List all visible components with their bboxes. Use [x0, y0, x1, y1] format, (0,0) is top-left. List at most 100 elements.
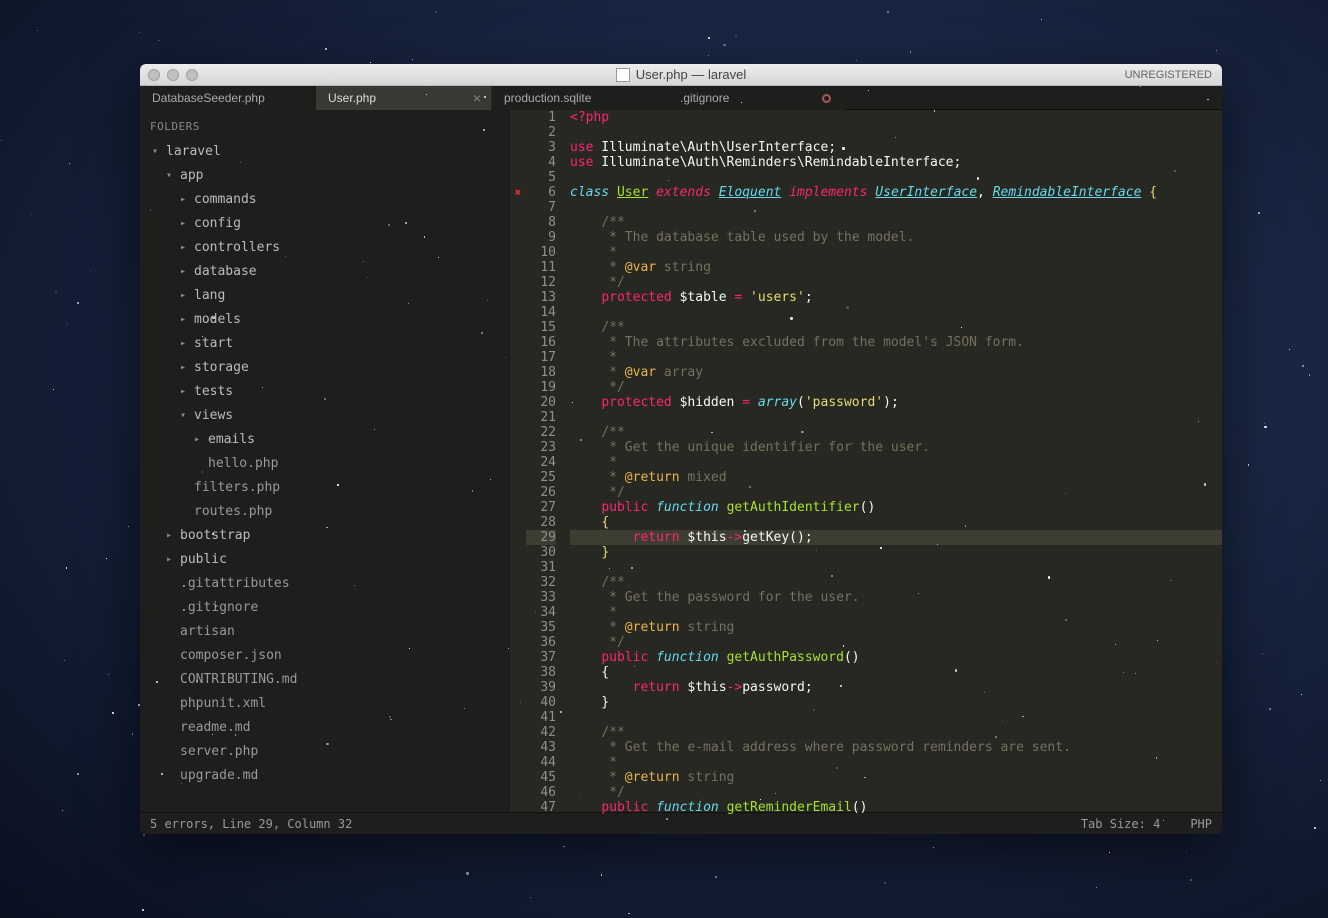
- code-line[interactable]: [570, 125, 1222, 140]
- code-line[interactable]: /**: [570, 575, 1222, 590]
- code-line[interactable]: }: [570, 545, 1222, 560]
- code-line[interactable]: public function getAuthIdentifier(): [570, 500, 1222, 515]
- token: implements: [789, 185, 867, 200]
- status-tabsize[interactable]: Tab Size: 4: [1081, 817, 1160, 831]
- code-line[interactable]: /**: [570, 725, 1222, 740]
- folder-bootstrap[interactable]: ▸bootstrap: [140, 523, 510, 547]
- file-upgrade-md[interactable]: upgrade.md: [140, 763, 510, 787]
- tab--gitignore[interactable]: .gitignore: [668, 86, 844, 110]
- code-line[interactable]: */: [570, 275, 1222, 290]
- token: 'users': [750, 290, 805, 305]
- code-line[interactable]: class User extends Eloquent implements U…: [570, 185, 1222, 200]
- file-icon: [616, 68, 630, 82]
- token: function: [656, 800, 719, 815]
- file-readme-md[interactable]: readme.md: [140, 715, 510, 739]
- code-line[interactable]: */: [570, 785, 1222, 800]
- code-line[interactable]: *: [570, 605, 1222, 620]
- code-line[interactable]: * @return string: [570, 770, 1222, 785]
- folder-start[interactable]: ▸start: [140, 331, 510, 355]
- folder-database[interactable]: ▸database: [140, 259, 510, 283]
- code-line[interactable]: <?php: [570, 110, 1222, 125]
- file-hello-php[interactable]: hello.php: [140, 451, 510, 475]
- code-line[interactable]: * @return mixed: [570, 470, 1222, 485]
- code-line[interactable]: *: [570, 755, 1222, 770]
- tree-item-label: hello.php: [208, 456, 278, 471]
- folder-storage[interactable]: ▸storage: [140, 355, 510, 379]
- code-line[interactable]: /**: [570, 425, 1222, 440]
- token: [570, 245, 601, 260]
- code-line[interactable]: */: [570, 485, 1222, 500]
- code-line[interactable]: * Get the unique identifier for the user…: [570, 440, 1222, 455]
- gutter-marker: [510, 440, 526, 455]
- file-filters-php[interactable]: filters.php: [140, 475, 510, 499]
- folder-laravel[interactable]: ▾laravel: [140, 139, 510, 163]
- code-line[interactable]: public function getAuthPassword(): [570, 650, 1222, 665]
- tab-close-icon[interactable]: ×: [473, 90, 481, 106]
- tab-User-php[interactable]: User.php×: [316, 86, 492, 110]
- code-line[interactable]: * @return string: [570, 620, 1222, 635]
- file--gitattributes[interactable]: .gitattributes: [140, 571, 510, 595]
- code-line[interactable]: [570, 410, 1222, 425]
- folder-commands[interactable]: ▸commands: [140, 187, 510, 211]
- token: */: [601, 275, 624, 290]
- tab-DatabaseSeeder-php[interactable]: DatabaseSeeder.php: [140, 86, 316, 110]
- code-line[interactable]: * Get the password for the user.: [570, 590, 1222, 605]
- code-line[interactable]: */: [570, 635, 1222, 650]
- folder-app[interactable]: ▾app: [140, 163, 510, 187]
- folder-lang[interactable]: ▸lang: [140, 283, 510, 307]
- code-line[interactable]: *: [570, 245, 1222, 260]
- code-line[interactable]: [570, 170, 1222, 185]
- code-line[interactable]: [570, 200, 1222, 215]
- file-routes-php[interactable]: routes.php: [140, 499, 510, 523]
- code-line[interactable]: *: [570, 350, 1222, 365]
- code-line[interactable]: [570, 710, 1222, 725]
- file--gitignore[interactable]: .gitignore: [140, 595, 510, 619]
- status-lang[interactable]: PHP: [1190, 817, 1212, 831]
- file-CONTRIBUTING-md[interactable]: CONTRIBUTING.md: [140, 667, 510, 691]
- code-line[interactable]: */: [570, 380, 1222, 395]
- gutter-marker: [510, 350, 526, 365]
- folder-emails[interactable]: ▸emails: [140, 427, 510, 451]
- gutter-marker: [510, 530, 526, 545]
- file-composer-json[interactable]: composer.json: [140, 643, 510, 667]
- status-left[interactable]: 5 errors, Line 29, Column 32: [150, 817, 352, 831]
- code-line[interactable]: return $this->password;: [570, 680, 1222, 695]
- token: @var: [625, 365, 656, 380]
- code-line[interactable]: use Illuminate\Auth\UserInterface;: [570, 140, 1222, 155]
- titlebar[interactable]: User.php — laravel UNREGISTERED: [140, 64, 1222, 86]
- code-line[interactable]: {: [570, 515, 1222, 530]
- code-line[interactable]: * The database table used by the model.: [570, 230, 1222, 245]
- file-phpunit-xml[interactable]: phpunit.xml: [140, 691, 510, 715]
- code-line[interactable]: protected $hidden = array('password');: [570, 395, 1222, 410]
- code-editor[interactable]: ✖ 12345678910111213141516171819202122232…: [510, 110, 1222, 812]
- code-area[interactable]: <?php use Illuminate\Auth\UserInterface;u…: [566, 110, 1222, 812]
- token: getReminderEmail: [727, 800, 852, 815]
- code-line[interactable]: use Illuminate\Auth\Reminders\Remindable…: [570, 155, 1222, 170]
- code-line[interactable]: /**: [570, 320, 1222, 335]
- code-line[interactable]: [570, 305, 1222, 320]
- code-line[interactable]: return $this->getKey();: [570, 530, 1222, 545]
- code-line[interactable]: public function getReminderEmail(): [570, 800, 1222, 815]
- code-line[interactable]: *: [570, 455, 1222, 470]
- code-line[interactable]: }: [570, 695, 1222, 710]
- tree-item-label: artisan: [180, 624, 235, 639]
- file-artisan[interactable]: artisan: [140, 619, 510, 643]
- code-line[interactable]: * @var array: [570, 365, 1222, 380]
- code-line[interactable]: {: [570, 665, 1222, 680]
- file-server-php[interactable]: server.php: [140, 739, 510, 763]
- code-line[interactable]: * Get the e-mail address where password …: [570, 740, 1222, 755]
- folder-config[interactable]: ▸config: [140, 211, 510, 235]
- folder-models[interactable]: ▸models: [140, 307, 510, 331]
- tab-production-sqlite[interactable]: production.sqlite: [492, 86, 668, 110]
- code-line[interactable]: [570, 560, 1222, 575]
- folder-public[interactable]: ▸public: [140, 547, 510, 571]
- code-line[interactable]: * The attributes excluded from the model…: [570, 335, 1222, 350]
- code-line[interactable]: * @var string: [570, 260, 1222, 275]
- code-line[interactable]: /**: [570, 215, 1222, 230]
- folder-controllers[interactable]: ▸controllers: [140, 235, 510, 259]
- folder-views[interactable]: ▾views: [140, 403, 510, 427]
- line-number: 45: [526, 770, 556, 785]
- code-line[interactable]: protected $table = 'users';: [570, 290, 1222, 305]
- gutter-marker: [510, 320, 526, 335]
- gutter-marker: [510, 710, 526, 725]
